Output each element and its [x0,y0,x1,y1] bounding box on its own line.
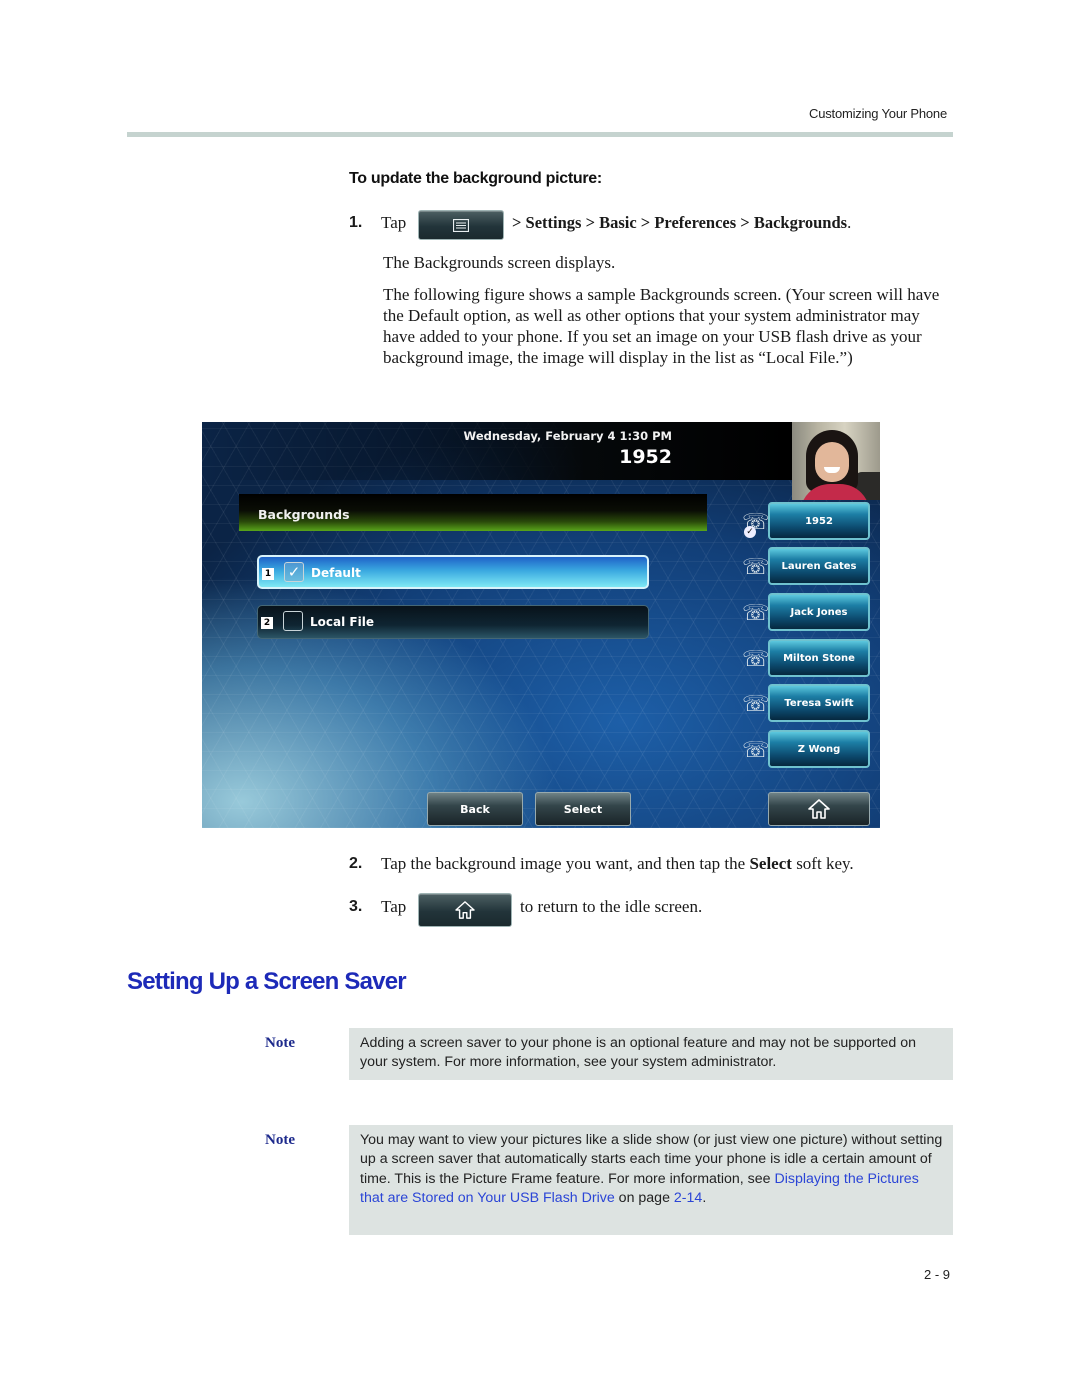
menu-key-button[interactable] [418,210,504,240]
speed-dial-icon: ☏ [742,738,770,763]
step-detail: The following figure shows a sample Back… [383,285,940,367]
home-softkey[interactable] [768,792,870,826]
menu-path-text: > Settings > Basic > Preferences > Backg… [512,213,848,232]
photo-face [815,442,849,482]
item-label: Default [311,566,361,580]
step-text: Tap [381,897,407,916]
speed-dial-icon: ☏ [742,647,770,672]
menu-icon [453,218,469,232]
step-text-after: soft key. [791,854,854,873]
line-key-milton-stone[interactable]: Milton Stone [768,639,870,677]
step-result: The Backgrounds screen displays. [383,253,616,272]
menu-path: > Settings > Basic > Preferences > Backg… [512,213,851,233]
item-index: 2 [261,617,273,629]
checkbox-unchecked-icon[interactable] [283,611,303,631]
line-key-1952[interactable]: 1952 [768,502,870,540]
phone-registered-icon: ☏ ✓ [742,510,770,538]
speed-dial-icon: ☏ [742,555,770,580]
date-time: Wednesday, February 4 1:30 PM [463,429,672,443]
check-icon: ✓ [744,526,756,538]
step-text-before: Tap the background image you want, and t… [381,854,750,873]
page-number: 2 - 9 [923,1267,950,1282]
checkbox-checked-icon[interactable]: ✓ [284,562,304,582]
line-key-lauren-gates[interactable]: Lauren Gates [768,547,870,585]
select-keyword: Select [749,854,792,873]
note-text: . [702,1189,707,1206]
step-text-suffix: to return to the idle screen. [520,897,703,916]
line-key-z-wong[interactable]: Z Wong [768,730,870,768]
step-number: 2. [349,855,363,872]
select-softkey[interactable]: Select [535,792,631,826]
speed-dial-icon: ☏ [742,601,770,626]
running-header: Customizing Your Phone [809,106,947,121]
menu-title: Backgrounds [258,507,350,522]
procedure-title: To update the background picture: [349,170,602,187]
line-key-jack-jones[interactable]: Jack Jones [768,593,870,631]
back-softkey[interactable]: Back [427,792,523,826]
home-key-button[interactable] [418,893,512,927]
page-reference-link[interactable]: 2-14 [674,1190,702,1206]
status-bar: Wednesday, February 4 1:30 PM 1952 [202,422,792,480]
step-text: Tap the background image you want, and t… [381,854,854,874]
speed-dial-icon: ☏ [742,692,770,717]
note-box: You may want to view your pictures like … [349,1125,953,1235]
line-key-teresa-swift[interactable]: Teresa Swift [768,684,870,722]
header-rule [127,132,953,137]
item-label: Local File [310,615,374,629]
step-number: 1. [349,214,363,231]
list-item-default[interactable]: 1 ✓ Default [257,555,649,589]
step-number: 3. [349,898,363,915]
section-heading: Setting Up a Screen Saver [127,968,407,995]
contact-photo [792,422,880,500]
note-text: on page [614,1189,674,1206]
menu-header: Backgrounds [239,494,707,531]
note-box: Adding a screen saver to your phone is a… [349,1028,953,1080]
item-index: 1 [262,568,274,580]
home-icon [455,901,475,919]
home-icon [808,799,830,819]
note-label: Note [265,1132,295,1148]
list-item-local-file[interactable]: 2 Local File [257,605,649,639]
step-text: Tap [381,213,407,232]
note-label: Note [265,1035,295,1051]
extension-number: 1952 [619,446,672,468]
backgrounds-screen-figure: Wednesday, February 4 1:30 PM 1952 Backg… [202,422,880,828]
menu-path-suffix: . [847,213,852,232]
